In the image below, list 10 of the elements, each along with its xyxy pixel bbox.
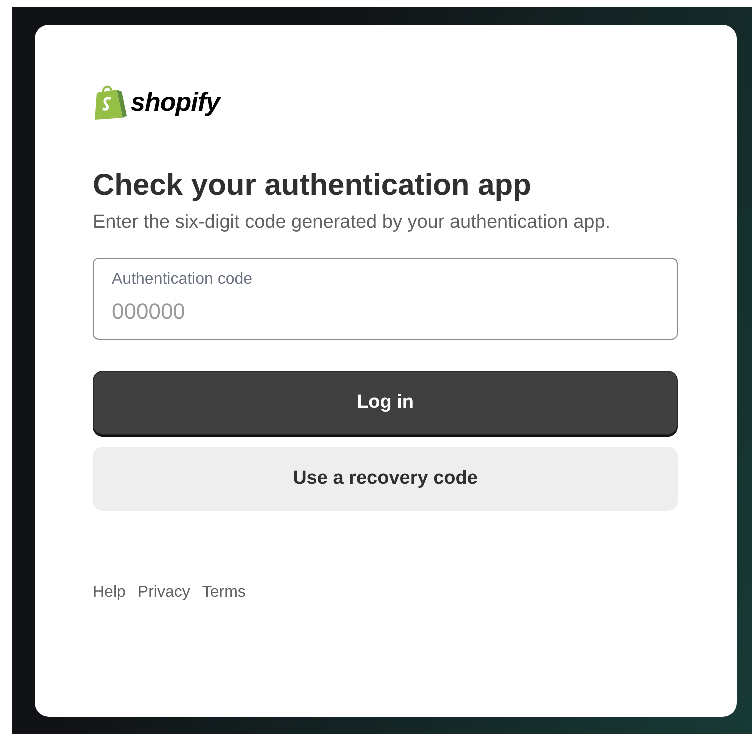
- shopping-bag-icon: [93, 84, 127, 122]
- footer-link[interactable]: Terms: [202, 581, 246, 605]
- field-label: Authentication code: [112, 270, 253, 290]
- logo-wordmark: shopify: [131, 86, 220, 119]
- page-heading: Check your authentication app: [93, 168, 532, 204]
- recovery-code-button[interactable]: Use a recovery code: [93, 447, 678, 511]
- footer-link[interactable]: Help: [93, 581, 126, 605]
- instruction-text: Enter the six-digit code generated by your authentication app.: [93, 211, 612, 235]
- footer-link[interactable]: Privacy: [138, 581, 190, 605]
- login-button[interactable]: Log in: [93, 371, 678, 435]
